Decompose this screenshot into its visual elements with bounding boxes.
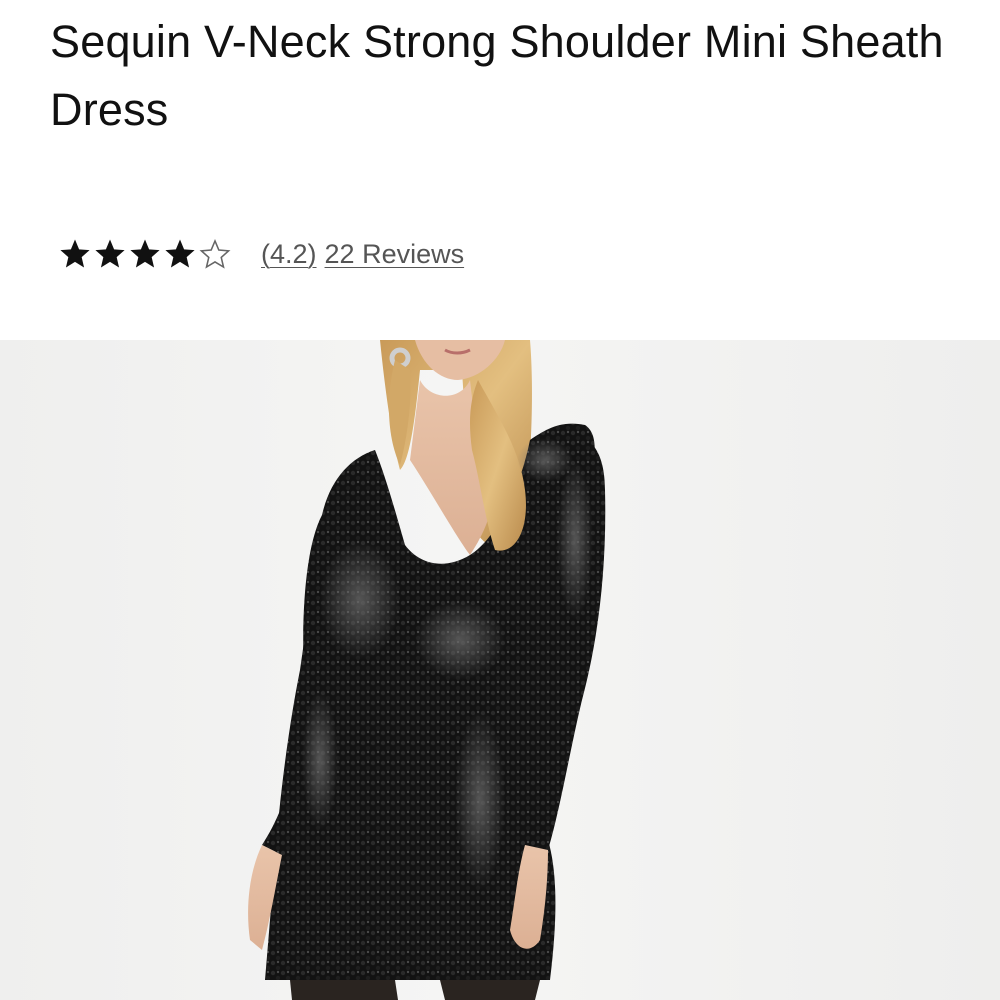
product-page: Sequin V-Neck Strong Shoulder Mini Sheat… [0, 0, 1000, 1000]
rating-value: (4.2) [261, 238, 317, 269]
rating-summary[interactable]: (4.2) 22 Reviews [58, 232, 464, 276]
reviews-count: 22 Reviews [324, 238, 465, 269]
star-empty-icon [198, 237, 232, 271]
star-filled-icon [128, 237, 162, 271]
star-filled-icon [163, 237, 197, 271]
star-filled-icon [58, 237, 92, 271]
product-title: Sequin V-Neck Strong Shoulder Mini Sheat… [50, 16, 944, 135]
reviews-link[interactable]: (4.2) 22 Reviews [261, 239, 464, 270]
star-rating [58, 232, 233, 276]
product-photo-illustration [0, 340, 1000, 1000]
star-filled-icon [93, 237, 127, 271]
product-image[interactable] [0, 340, 1000, 1000]
